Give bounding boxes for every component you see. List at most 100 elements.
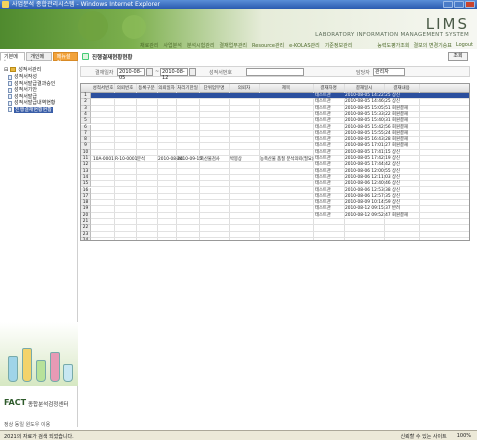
approver-cell: 테스트관 — [315, 181, 331, 187]
datetime-cell: 2010-08-05 15:40:31 — [345, 118, 391, 124]
column-header[interactable]: 처리기한일 — [176, 85, 199, 91]
content-cell: 회원결재 — [392, 143, 408, 149]
date-label: 결재일자 — [95, 70, 114, 76]
menu-item[interactable]: 사업분석 — [163, 42, 181, 49]
content-cell: 상신 — [392, 187, 400, 193]
approver-cell: 테스트관 — [315, 111, 331, 117]
approver-cell: 테스트관 — [315, 118, 331, 124]
zoom-level[interactable]: 100% — [457, 433, 471, 440]
date-from-input[interactable]: 2010-08-05 — [117, 68, 145, 81]
org-logo: FACT — [4, 398, 27, 407]
datetime-cell: 2010-08-12 09:15:37 — [345, 206, 391, 212]
page-header: 진행결재현황현황 조회 — [80, 52, 476, 62]
datetime-cell: 2010-08-05 15:55:24 — [345, 130, 391, 136]
menu-item[interactable]: Resource관리 — [252, 42, 284, 49]
table-header: 성적서번호 의뢰번호 등록구분 의뢰일자 처리기한일 단위업무명 의뢰자 제목 결재자명 결재일시… — [81, 84, 469, 93]
calendar-icon[interactable] — [146, 68, 153, 76]
tab-menu-settings[interactable]: 메뉴설정 — [52, 52, 78, 66]
tree-list: 성적서작성 성적서발급결과승인 성적서기안 성적서발급 성적서발급내역현황 진행결재현황현… — [8, 74, 55, 113]
report-no-input[interactable] — [246, 68, 304, 76]
approver-cell: 테스트관 — [315, 149, 331, 155]
tree-root[interactable]: ⊟ 성적서관리 — [4, 66, 42, 74]
minimize-button[interactable] — [443, 1, 453, 8]
tree-item[interactable]: 진행결재현황현황 — [8, 106, 55, 113]
menu-item[interactable]: e-KOLAS관리 — [289, 42, 320, 49]
approver-cell: 테스트관 — [315, 130, 331, 136]
column-header[interactable]: 의뢰일자 — [157, 85, 176, 91]
approver-cell: 테스트관 — [315, 162, 331, 168]
flask-icon — [22, 348, 32, 382]
calendar-icon[interactable] — [189, 68, 196, 76]
document-icon — [8, 87, 12, 93]
tree-item-label: 진행결재현황현황 — [14, 106, 53, 113]
content-cell: 상신 — [392, 99, 400, 105]
column-header[interactable]: 의뢰자 — [229, 85, 259, 91]
approver-cell: 테스트관 — [315, 187, 331, 193]
ie-icon — [2, 1, 9, 8]
flask-icon — [50, 352, 60, 382]
date-to-input[interactable]: 2010-08-12 — [160, 68, 188, 81]
row-number[interactable]: 24 — [81, 237, 91, 240]
datetime-cell: 2010-08-05 14:46:25 — [345, 99, 391, 105]
flask-icon — [36, 360, 46, 382]
content-cell: 회원결재 — [392, 212, 408, 218]
column-header[interactable]: 성적서번호 — [92, 85, 114, 91]
content-cell: 회원결재 — [392, 105, 408, 111]
datetime-cell: 2010-08-12 09:52:47 — [345, 212, 391, 218]
column-header[interactable]: 결재일시 — [344, 85, 384, 91]
approver-cell: 테스트관 — [315, 193, 331, 199]
datetime-cell: 2010-08-06 12:53:38 — [345, 187, 391, 193]
approver-input[interactable]: 관리자 — [373, 68, 405, 76]
menu-item[interactable]: 채료관리 — [140, 42, 158, 49]
report-no-label: 성적서번호 — [209, 70, 233, 76]
datetime-cell: 2010-08-06 12:40:46 — [345, 181, 391, 187]
window-title: 사업분석 종합관리시스템 - Windows Internet Explorer — [12, 1, 161, 8]
content-cell: 반려 — [392, 206, 400, 212]
datetime-cell: 2010-08-05 15:33:22 — [345, 111, 391, 117]
record-subject: 농축산물 품질 분석의뢰(필요) — [260, 157, 314, 162]
flask-icon — [8, 356, 18, 382]
approver-cell: 테스트관 — [315, 105, 331, 111]
filter-bar: 결재일자 2010-08-05 ~ 2010-08-12 성적서번호 담당자 관… — [80, 66, 470, 81]
menu-item[interactable]: 결재업무관리 — [219, 42, 247, 49]
content-cell: 회원결재 — [392, 111, 408, 117]
tree-illustration — [122, 15, 146, 39]
content-cell: 상신 — [392, 174, 400, 180]
menu-right-link[interactable]: 결보의 변경기승표 — [413, 42, 451, 49]
app-subtitle: LABORATORY INFORMATION MANAGEMENT SYSTEM — [315, 32, 469, 38]
tree-illustration — [78, 11, 108, 41]
approver-cell: 테스트관 — [315, 143, 331, 149]
column-header[interactable]: 제목 — [259, 85, 313, 91]
close-button[interactable] — [465, 1, 475, 8]
tab-personal-menu[interactable]: 개인메뉴 — [26, 52, 52, 66]
table-row[interactable] — [91, 238, 469, 240]
column-header[interactable]: 결재내용 — [384, 85, 419, 91]
column-header[interactable]: 의뢰번호 — [114, 85, 136, 91]
datetime-cell: 2010-08-06 12:57:35 — [345, 193, 391, 199]
record-report-no: 10A-0001 — [93, 157, 114, 162]
expand-icon[interactable]: ⊟ — [4, 67, 8, 73]
content-cell: 상신 — [392, 193, 400, 199]
footer-note: 정상 동일 원도우 이용 — [4, 422, 51, 428]
approver-cell: 테스트관 — [315, 99, 331, 105]
menu-right-link[interactable]: Logout — [456, 42, 473, 49]
approver-cell: 테스트관 — [315, 168, 331, 174]
column-header[interactable]: 등록구분 — [136, 85, 157, 91]
menu-item[interactable]: 기준정보관리 — [325, 42, 353, 49]
page-title: 진행결재현황현황 — [92, 55, 133, 61]
document-icon — [8, 81, 12, 87]
tree-root-label: 성적서관리 — [18, 67, 42, 73]
tab-basic-menu[interactable]: 기본메뉴 — [0, 52, 26, 66]
menu-item[interactable]: 분석시험관리 — [187, 42, 215, 49]
approver-label: 담당자 — [356, 70, 370, 76]
column-header[interactable]: 단위업무명 — [199, 85, 229, 91]
datetime-cell: 2010-08-05 15:42:56 — [345, 124, 391, 130]
left-tab-strip: 기본메뉴 개인메뉴 메뉴설정 — [0, 52, 78, 66]
menu-right-link[interactable]: 능력도평가조회 — [377, 42, 409, 49]
search-button[interactable]: 조회 — [448, 52, 468, 61]
column-header[interactable]: 결재자명 — [313, 85, 344, 91]
document-icon — [8, 94, 12, 100]
record-unit-task: 축산물검사 — [200, 157, 220, 162]
datetime-cell: 2010-08-05 17:44:42 — [345, 162, 391, 168]
maximize-button[interactable] — [454, 1, 464, 8]
